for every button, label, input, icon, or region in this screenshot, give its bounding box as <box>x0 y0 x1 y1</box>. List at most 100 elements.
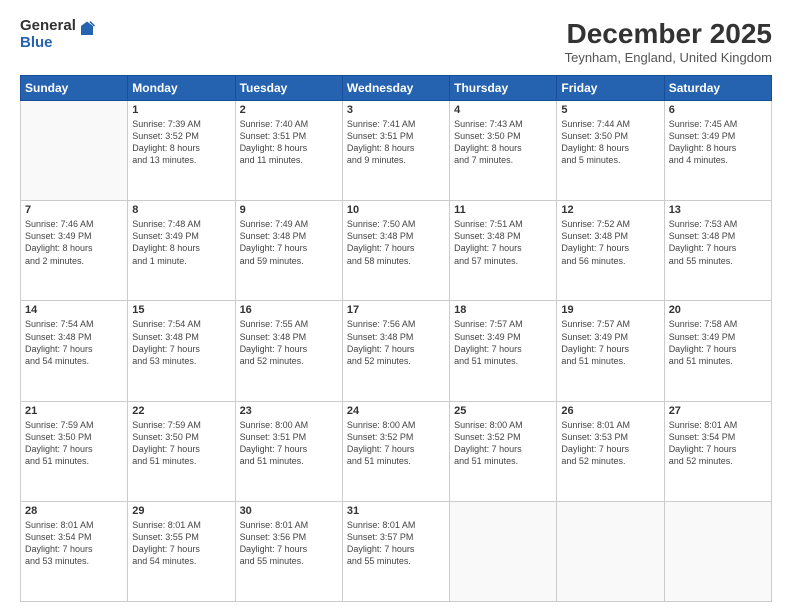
cell-info: Sunrise: 7:58 AM Sunset: 3:49 PM Dayligh… <box>669 318 767 367</box>
logo-blue: Blue <box>20 35 76 52</box>
table-row: 8Sunrise: 7:48 AM Sunset: 3:49 PM Daylig… <box>128 201 235 301</box>
day-number: 8 <box>132 204 230 216</box>
table-row: 30 Sunrise: 8:01 AM Sunset: 3:56 PM Dayli… <box>235 501 342 601</box>
header: General Blue December 2025 Teynham, Engl… <box>20 18 772 65</box>
table-row: 25 Sunrise: 8:00 AM Sunset: 3:52 PM Dayli… <box>450 401 557 501</box>
table-row: 19 Sunrise: 7:57 AM Sunset: 3:49 PM Dayli… <box>557 301 664 401</box>
calendar-week-row: 28Sunrise: 8:01 AM Sunset: 3:54 PM Dayli… <box>21 501 772 601</box>
day-number: 26 <box>561 405 659 417</box>
table-row: 10 Sunrise: 7:50 AM Sunset: 3:48 PM Dayli… <box>342 201 449 301</box>
logo-icon <box>78 20 96 38</box>
table-row: 24Sunrise: 8:00 AM Sunset: 3:52 PM Dayli… <box>342 401 449 501</box>
table-row: 27 Sunrise: 8:01 AM Sunset: 3:54 PM Dayli… <box>664 401 771 501</box>
table-row: 1 Sunrise: 7:39 AM Sunset: 3:52 PM Daylig… <box>128 101 235 201</box>
table-row: 13 Sunrise: 7:53 AM Sunset: 3:48 PM Dayli… <box>664 201 771 301</box>
cell-info: Sunrise: 8:01 AM Sunset: 3:55 PM Dayligh… <box>132 519 230 568</box>
table-row <box>557 501 664 601</box>
table-row: 7Sunrise: 7:46 AM Sunset: 3:49 PM Daylig… <box>21 201 128 301</box>
cell-info: Sunrise: 7:53 AM Sunset: 3:48 PM Dayligh… <box>669 218 767 267</box>
day-number: 19 <box>561 304 659 316</box>
cell-info: Sunrise: 8:00 AM Sunset: 3:52 PM Dayligh… <box>454 419 552 468</box>
day-number: 18 <box>454 304 552 316</box>
col-saturday: Saturday <box>664 76 771 101</box>
day-number: 21 <box>25 405 123 417</box>
cell-info: Sunrise: 8:01 AM Sunset: 3:56 PM Dayligh… <box>240 519 338 568</box>
day-number: 14 <box>25 304 123 316</box>
cell-info: Sunrise: 7:56 AM Sunset: 3:48 PM Dayligh… <box>347 318 445 367</box>
calendar-table: Sunday Monday Tuesday Wednesday Thursday… <box>20 75 772 602</box>
day-number: 30 <box>240 505 338 517</box>
table-row: 22 Sunrise: 7:59 AM Sunset: 3:50 PM Dayli… <box>128 401 235 501</box>
table-row: 4 Sunrise: 7:43 AM Sunset: 3:50 PM Daylig… <box>450 101 557 201</box>
col-thursday: Thursday <box>450 76 557 101</box>
day-number: 25 <box>454 405 552 417</box>
cell-info: Sunrise: 7:41 AM Sunset: 3:51 PM Dayligh… <box>347 118 445 167</box>
table-row: 31 Sunrise: 8:01 AM Sunset: 3:57 PM Dayli… <box>342 501 449 601</box>
cell-info: Sunrise: 7:44 AM Sunset: 3:50 PM Dayligh… <box>561 118 659 167</box>
table-row: 18 Sunrise: 7:57 AM Sunset: 3:49 PM Dayli… <box>450 301 557 401</box>
col-tuesday: Tuesday <box>235 76 342 101</box>
day-number: 23 <box>240 405 338 417</box>
cell-info: Sunrise: 7:51 AM Sunset: 3:48 PM Dayligh… <box>454 218 552 267</box>
table-row: 28Sunrise: 8:01 AM Sunset: 3:54 PM Dayli… <box>21 501 128 601</box>
day-number: 5 <box>561 104 659 116</box>
table-row: 20 Sunrise: 7:58 AM Sunset: 3:49 PM Dayli… <box>664 301 771 401</box>
day-number: 2 <box>240 104 338 116</box>
table-row: 9Sunrise: 7:49 AM Sunset: 3:48 PM Daylig… <box>235 201 342 301</box>
col-sunday: Sunday <box>21 76 128 101</box>
table-row <box>664 501 771 601</box>
day-number: 17 <box>347 304 445 316</box>
col-wednesday: Wednesday <box>342 76 449 101</box>
day-number: 1 <box>132 104 230 116</box>
calendar-week-row: 21 Sunrise: 7:59 AM Sunset: 3:50 PM Dayli… <box>21 401 772 501</box>
table-row <box>21 101 128 201</box>
cell-info: Sunrise: 8:01 AM Sunset: 3:57 PM Dayligh… <box>347 519 445 568</box>
cell-info: Sunrise: 7:50 AM Sunset: 3:48 PM Dayligh… <box>347 218 445 267</box>
table-row: 11Sunrise: 7:51 AM Sunset: 3:48 PM Dayli… <box>450 201 557 301</box>
table-row: 21 Sunrise: 7:59 AM Sunset: 3:50 PM Dayli… <box>21 401 128 501</box>
day-number: 10 <box>347 204 445 216</box>
cell-info: Sunrise: 8:01 AM Sunset: 3:54 PM Dayligh… <box>669 419 767 468</box>
day-number: 29 <box>132 505 230 517</box>
cell-info: Sunrise: 7:39 AM Sunset: 3:52 PM Dayligh… <box>132 118 230 167</box>
cell-info: Sunrise: 7:57 AM Sunset: 3:49 PM Dayligh… <box>561 318 659 367</box>
table-row: 14 Sunrise: 7:54 AM Sunset: 3:48 PM Dayli… <box>21 301 128 401</box>
day-number: 20 <box>669 304 767 316</box>
table-row: 29 Sunrise: 8:01 AM Sunset: 3:55 PM Dayli… <box>128 501 235 601</box>
day-number: 6 <box>669 104 767 116</box>
table-row: 12Sunrise: 7:52 AM Sunset: 3:48 PM Dayli… <box>557 201 664 301</box>
location: Teynham, England, United Kingdom <box>565 50 772 65</box>
cell-info: Sunrise: 7:54 AM Sunset: 3:48 PM Dayligh… <box>25 318 123 367</box>
cell-info: Sunrise: 8:01 AM Sunset: 3:54 PM Dayligh… <box>25 519 123 568</box>
table-row <box>450 501 557 601</box>
cell-info: Sunrise: 7:40 AM Sunset: 3:51 PM Dayligh… <box>240 118 338 167</box>
table-row: 17 Sunrise: 7:56 AM Sunset: 3:48 PM Dayli… <box>342 301 449 401</box>
cell-info: Sunrise: 7:59 AM Sunset: 3:50 PM Dayligh… <box>25 419 123 468</box>
day-number: 15 <box>132 304 230 316</box>
calendar-week-row: 1 Sunrise: 7:39 AM Sunset: 3:52 PM Daylig… <box>21 101 772 201</box>
title-block: December 2025 Teynham, England, United K… <box>565 18 772 65</box>
table-row: 2 Sunrise: 7:40 AM Sunset: 3:51 PM Daylig… <box>235 101 342 201</box>
day-number: 22 <box>132 405 230 417</box>
table-row: 26Sunrise: 8:01 AM Sunset: 3:53 PM Dayli… <box>557 401 664 501</box>
col-friday: Friday <box>557 76 664 101</box>
day-number: 27 <box>669 405 767 417</box>
day-number: 3 <box>347 104 445 116</box>
calendar-week-row: 7Sunrise: 7:46 AM Sunset: 3:49 PM Daylig… <box>21 201 772 301</box>
day-number: 4 <box>454 104 552 116</box>
cell-info: Sunrise: 7:43 AM Sunset: 3:50 PM Dayligh… <box>454 118 552 167</box>
cell-info: Sunrise: 7:52 AM Sunset: 3:48 PM Dayligh… <box>561 218 659 267</box>
cell-info: Sunrise: 7:57 AM Sunset: 3:49 PM Dayligh… <box>454 318 552 367</box>
day-number: 7 <box>25 204 123 216</box>
logo: General Blue <box>20 18 96 51</box>
day-number: 31 <box>347 505 445 517</box>
calendar-week-row: 14 Sunrise: 7:54 AM Sunset: 3:48 PM Dayli… <box>21 301 772 401</box>
day-number: 16 <box>240 304 338 316</box>
cell-info: Sunrise: 7:55 AM Sunset: 3:48 PM Dayligh… <box>240 318 338 367</box>
day-number: 9 <box>240 204 338 216</box>
table-row: 5 Sunrise: 7:44 AM Sunset: 3:50 PM Daylig… <box>557 101 664 201</box>
month-title: December 2025 <box>565 18 772 50</box>
cell-info: Sunrise: 8:00 AM Sunset: 3:52 PM Dayligh… <box>347 419 445 468</box>
day-number: 13 <box>669 204 767 216</box>
cell-info: Sunrise: 7:59 AM Sunset: 3:50 PM Dayligh… <box>132 419 230 468</box>
